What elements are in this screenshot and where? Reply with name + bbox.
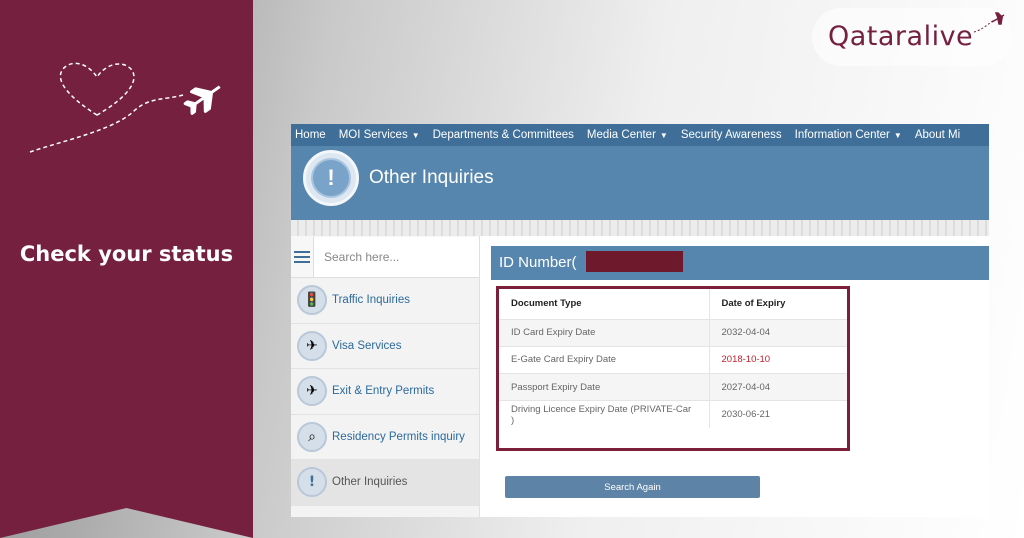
sidebar-item-other[interactable]: ! Other Inquiries [291,460,479,506]
brand-logo: Qataralive [812,8,1012,66]
airplane-icon: ✈ [297,376,327,407]
sidebar-item-visa[interactable]: ✈ Visa Services [291,324,479,369]
nav-media-center[interactable]: Media Center ▼ [583,129,677,141]
nav-information-center[interactable]: Information Center ▼ [791,129,911,141]
moi-portal-screenshot: Home MOI Services ▼ Departments & Committ… [291,124,989,517]
search-input[interactable] [313,236,479,277]
document-type: Driving Licence Expiry Date (PRIVATE-Car… [499,400,710,429]
column-header: Document Type [499,289,710,319]
nav-home[interactable]: Home [291,129,335,141]
sidebar-item-residency[interactable]: ⌕ Residency Permits inquiry [291,415,479,460]
airplane-icon [183,85,221,115]
caret-down-icon: ▼ [893,130,902,140]
caret-down-icon: ▼ [659,130,668,140]
caret-down-icon: ▼ [411,130,420,140]
sidebar: 🚦 Traffic Inquiries ✈ Visa Services ✈ Ex… [291,236,480,517]
search-again-button[interactable]: Search Again [505,476,760,498]
expiry-date: 2032-04-04 [709,318,847,347]
expiry-date: 2027-04-04 [709,373,847,401]
table-row: Driving Licence Expiry Date (PRIVATE-Car… [499,400,847,429]
table-row: Passport Expiry Date 2027-04-04 [499,373,847,401]
expiry-table: Document Type Date of Expiry ID Card Exp… [499,289,847,429]
expiry-table-highlight: Document Type Date of Expiry ID Card Exp… [496,286,850,451]
expiry-date-expired: 2018-10-10 [709,345,847,374]
visa-icon: ✈ [297,330,327,361]
exclamation-icon: ! [303,150,359,206]
sidebar-item-exit-entry[interactable]: ✈ Exit & Entry Permits [291,369,479,415]
nav-departments[interactable]: Departments & Committees [429,129,583,141]
table-row: E-Gate Card Expiry Date 2018-10-10 [499,345,847,374]
id-number-label: ID Number( [499,254,577,271]
decorative-stripe [291,220,989,236]
nav-about[interactable]: About Mi [911,129,969,141]
page-title: Other Inquiries [369,167,494,188]
main-content: ID Number( Document Type Date of Expiry … [481,236,989,517]
page-header: ! Other Inquiries [291,146,989,220]
top-navbar: Home MOI Services ▼ Departments & Committ… [291,124,989,146]
traffic-light-icon: 🚦 [297,285,327,316]
document-type: Passport Expiry Date [499,373,710,401]
column-header: Date of Expiry [721,298,786,310]
redacted-id [586,251,683,272]
table-row: ID Card Expiry Date 2032-04-04 [499,318,847,347]
document-type: ID Card Expiry Date [499,318,710,347]
nav-moi-services[interactable]: MOI Services ▼ [335,129,429,141]
side-ribbon: Check your status [0,0,253,538]
airplane-icon [973,12,1005,33]
heart-airplane-decoration [29,62,221,153]
residency-icon: ⌕ [297,421,327,452]
sidebar-item-traffic[interactable]: 🚦 Traffic Inquiries [291,278,479,324]
id-number-bar: ID Number( [491,246,989,280]
exclamation-icon: ! [297,467,327,498]
expiry-date: 2030-06-21 [709,400,847,429]
nav-security-awareness[interactable]: Security Awareness [677,129,791,141]
document-type: E-Gate Card Expiry Date [499,345,710,374]
sidebar-search [291,236,479,278]
heart-icon [59,62,135,116]
hamburger-menu-icon[interactable] [291,236,313,278]
logo-text: Qataralive [828,21,974,52]
ribbon-title: Check your status [19,242,234,266]
